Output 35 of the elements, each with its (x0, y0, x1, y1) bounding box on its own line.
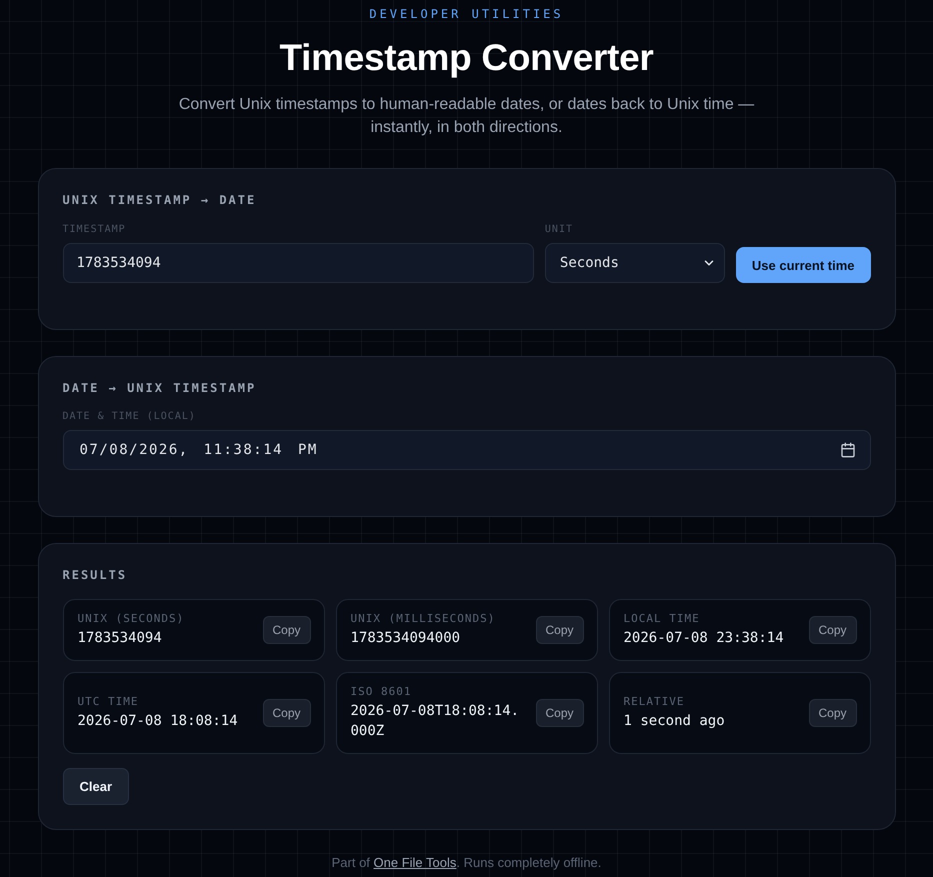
result-label: ISO 8601 (350, 685, 412, 699)
result-label: RELATIVE (624, 695, 684, 709)
section-title: DATE → UNIX TIMESTAMP (62, 381, 256, 395)
footer-link[interactable]: One File Tools (374, 855, 456, 870)
page-subtitle: Convert Unix timestamps to human-readable dates, or dates back to Unix time — instantly, in both directions. (178, 95, 756, 138)
copy-button[interactable]: Copy (262, 699, 310, 727)
copy-button[interactable]: Copy (808, 616, 856, 644)
result-value: 2026-07-08 18:08:14 (78, 712, 238, 731)
field-label: DATE & TIME (LOCAL) (62, 411, 196, 423)
section-title: UNIX TIMESTAMP → DATE (62, 193, 256, 207)
result-value: 1 second ago (624, 712, 725, 731)
section-title: RESULTS (62, 568, 128, 582)
field-label: UNIT (544, 224, 573, 236)
copy-button[interactable]: Copy (536, 616, 584, 644)
footer-text: Part of One File Tools. Runs completely offline. (332, 854, 602, 872)
clear-button[interactable]: Clear (62, 768, 130, 805)
result-value: 1783534094 (78, 629, 162, 648)
unit-select[interactable]: Seconds (544, 243, 725, 283)
field-label: TIMESTAMP (62, 224, 126, 236)
result-value: 1783534094000 (350, 629, 460, 648)
copy-button[interactable]: Copy (808, 699, 856, 727)
calendar-icon[interactable] (840, 442, 856, 458)
eyebrow-text: DEVELOPER UTILITIES (369, 6, 564, 22)
result-label: UNIX (MILLISECONDS) (350, 612, 496, 626)
datetime-input[interactable]: 07/08/2026, 11:38:14 PM (62, 430, 870, 470)
result-label: UTC TIME (78, 695, 138, 709)
use-current-time-button[interactable]: Use current time (736, 247, 870, 283)
result-value: 2026-07-08 23:38:14 (624, 629, 784, 648)
result-label: LOCAL TIME (624, 612, 700, 626)
result-label: UNIX (SECONDS) (78, 612, 184, 626)
page-title: Timestamp Converter (279, 36, 654, 80)
result-value: 2026-07-08T18:08:14.000Z (350, 702, 520, 741)
copy-button[interactable]: Copy (262, 616, 310, 644)
timestamp-input[interactable]: 1783534094 (62, 243, 534, 283)
copy-button[interactable]: Copy (536, 699, 584, 727)
